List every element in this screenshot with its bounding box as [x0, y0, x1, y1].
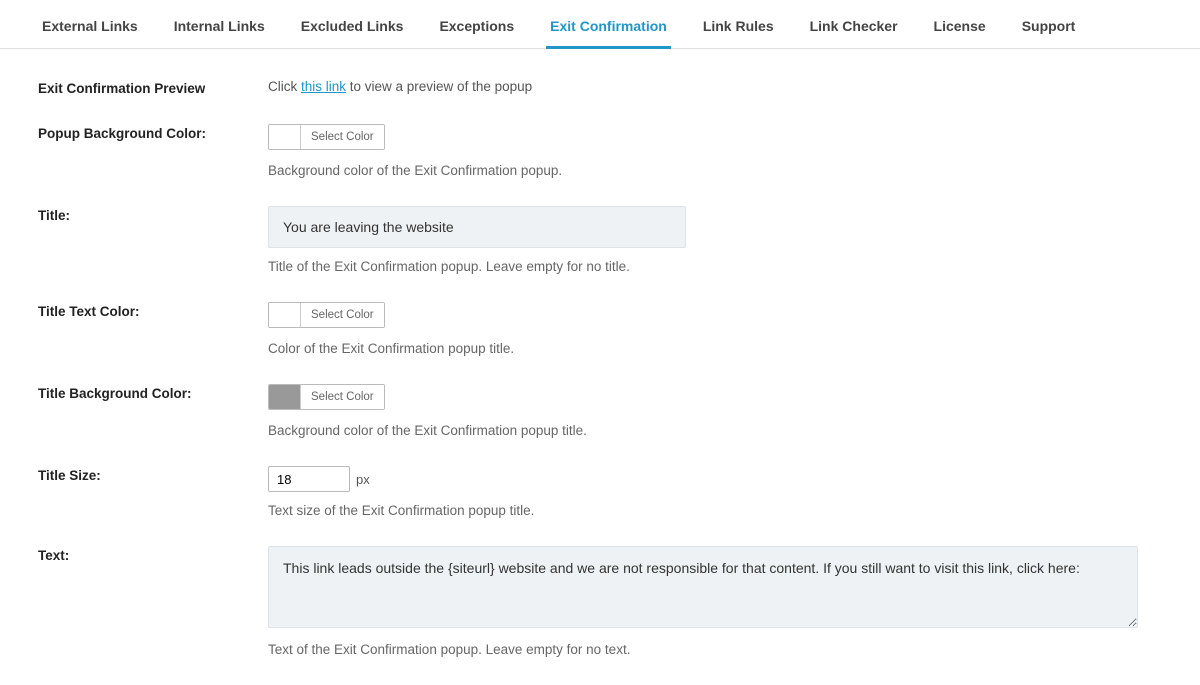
preview-link[interactable]: this link: [301, 79, 346, 94]
settings-form: Exit Confirmation Preview Click this lin…: [0, 49, 1200, 657]
preview-text: Click this link to view a preview of the…: [268, 79, 1162, 94]
text-help: Text of the Exit Confirmation popup. Lea…: [268, 642, 1162, 657]
popup-bg-help: Background color of the Exit Confirmatio…: [268, 163, 1162, 178]
text-textarea[interactable]: [268, 546, 1138, 628]
preview-label: Exit Confirmation Preview: [38, 79, 268, 96]
color-swatch-icon: [269, 125, 301, 149]
tab-internal-links[interactable]: Internal Links: [170, 12, 269, 48]
tab-support[interactable]: Support: [1018, 12, 1080, 48]
select-color-button-label: Select Color: [301, 385, 384, 409]
tab-link-checker[interactable]: Link Checker: [806, 12, 902, 48]
title-bg-colorpicker[interactable]: Select Color: [268, 384, 385, 410]
tab-excluded-links[interactable]: Excluded Links: [297, 12, 408, 48]
preview-pre: Click: [268, 79, 301, 94]
color-swatch-icon: [269, 385, 301, 409]
select-color-button-label: Select Color: [301, 125, 384, 149]
title-help: Title of the Exit Confirmation popup. Le…: [268, 259, 1162, 274]
select-color-button-label: Select Color: [301, 303, 384, 327]
title-size-help: Text size of the Exit Confirmation popup…: [268, 503, 1162, 518]
color-swatch-icon: [269, 303, 301, 327]
title-input[interactable]: [268, 206, 686, 248]
title-color-label: Title Text Color:: [38, 302, 268, 319]
popup-bg-label: Popup Background Color:: [38, 124, 268, 141]
tabs-bar: External Links Internal Links Excluded L…: [0, 0, 1200, 49]
title-size-unit: px: [356, 472, 370, 487]
title-color-help: Color of the Exit Confirmation popup tit…: [268, 341, 1162, 356]
title-size-label: Title Size:: [38, 466, 268, 483]
popup-bg-colorpicker[interactable]: Select Color: [268, 124, 385, 150]
title-color-colorpicker[interactable]: Select Color: [268, 302, 385, 328]
preview-post: to view a preview of the popup: [346, 79, 532, 94]
tab-license[interactable]: License: [930, 12, 990, 48]
tab-exceptions[interactable]: Exceptions: [435, 12, 518, 48]
title-label: Title:: [38, 206, 268, 223]
title-size-input[interactable]: [268, 466, 350, 492]
text-label: Text:: [38, 546, 268, 563]
title-bg-label: Title Background Color:: [38, 384, 268, 401]
title-bg-help: Background color of the Exit Confirmatio…: [268, 423, 1162, 438]
tab-exit-confirmation[interactable]: Exit Confirmation: [546, 12, 671, 49]
tab-external-links[interactable]: External Links: [38, 12, 142, 48]
tab-link-rules[interactable]: Link Rules: [699, 12, 778, 48]
